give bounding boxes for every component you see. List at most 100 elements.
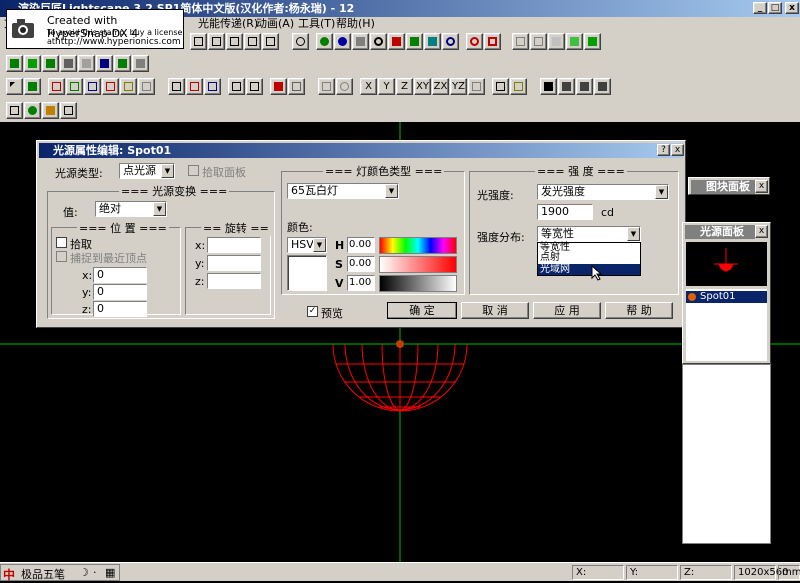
- material-icon[interactable]: [24, 55, 41, 72]
- zoom-window-icon[interactable]: [466, 33, 483, 50]
- move-icon[interactable]: [168, 78, 185, 95]
- textured-icon[interactable]: [584, 33, 601, 50]
- select-arrow-icon[interactable]: [6, 78, 23, 95]
- value-mode-select[interactable]: 绝对 ▼: [95, 201, 167, 217]
- cube-icon[interactable]: [96, 55, 113, 72]
- minimize-button[interactable]: _: [753, 2, 767, 14]
- pos-z-field[interactable]: 0: [93, 301, 147, 317]
- layers-panel-icon[interactable]: [6, 102, 23, 119]
- menu-radiosity[interactable]: 光能传递(R): [198, 17, 258, 31]
- eye-icon[interactable]: [316, 33, 333, 50]
- ok-button[interactable]: 确 定: [387, 302, 457, 319]
- select-block-icon[interactable]: [120, 78, 137, 95]
- color-model-select[interactable]: HSV ▼: [287, 237, 327, 253]
- pan-icon[interactable]: [388, 33, 405, 50]
- select-box-icon[interactable]: [48, 78, 65, 95]
- blocks-panel-icon[interactable]: [42, 102, 59, 119]
- h-field[interactable]: 0.00: [347, 237, 375, 253]
- pick-arrow-icon[interactable]: [246, 78, 263, 95]
- light-panel-icon[interactable]: [132, 55, 149, 72]
- snap-icon[interactable]: [288, 78, 305, 95]
- materials-panel-icon[interactable]: [24, 102, 41, 119]
- distribution-select[interactable]: 等宽性 ▼: [537, 226, 641, 242]
- menu-animation[interactable]: 动画(A): [256, 17, 294, 31]
- rot-z-field[interactable]: [207, 273, 261, 289]
- view-box-4-icon[interactable]: [244, 33, 261, 50]
- window-icon[interactable]: [114, 55, 131, 72]
- intensity-value-field[interactable]: 1900: [537, 204, 593, 220]
- plane-yz-button[interactable]: YZ: [450, 78, 467, 95]
- rotate-icon[interactable]: [186, 78, 203, 95]
- select-material-icon[interactable]: [102, 78, 119, 95]
- preview-checkbox[interactable]: ✓: [307, 306, 318, 317]
- pos-x-field[interactable]: 0: [93, 267, 147, 283]
- scale-icon[interactable]: [204, 78, 221, 95]
- move-axes-icon[interactable]: [318, 78, 335, 95]
- light-panel-close-button[interactable]: x: [755, 225, 768, 238]
- stand-figure-icon[interactable]: [594, 78, 611, 95]
- menu-tools[interactable]: 工具(T): [298, 17, 335, 31]
- fly-figure-icon[interactable]: [576, 78, 593, 95]
- distribution-option[interactable]: 点射: [540, 253, 560, 263]
- select-lasso-icon[interactable]: [24, 78, 41, 95]
- axis-z-button[interactable]: Z: [396, 78, 413, 95]
- dialog-help-button[interactable]: ?: [657, 144, 670, 156]
- rotate-axes-icon[interactable]: [336, 78, 353, 95]
- view-box-5-icon[interactable]: [262, 33, 279, 50]
- dolly-icon[interactable]: [406, 33, 423, 50]
- zoom-previous-icon[interactable]: [484, 33, 501, 50]
- saturation-slider[interactable]: [379, 256, 457, 273]
- tape-icon[interactable]: [510, 78, 527, 95]
- axis-x-button[interactable]: X: [360, 78, 377, 95]
- intensity-type-select[interactable]: 发光强度 ▼: [537, 184, 669, 200]
- orbit-icon[interactable]: [334, 33, 351, 50]
- rot-y-field[interactable]: [207, 255, 261, 271]
- walk-icon[interactable]: [352, 33, 369, 50]
- select-layer-icon[interactable]: [84, 78, 101, 95]
- select-all-icon[interactable]: [138, 78, 155, 95]
- hue-slider[interactable]: [379, 237, 457, 254]
- run-figure-icon[interactable]: [558, 78, 575, 95]
- v-field[interactable]: 1.00: [347, 275, 375, 291]
- pick-checkbox[interactable]: [56, 237, 67, 248]
- snap-vertex-checkbox[interactable]: [56, 251, 67, 262]
- view-box-3-icon[interactable]: [226, 33, 243, 50]
- rot-x-field[interactable]: [207, 237, 261, 253]
- help-button[interactable]: 帮 助: [605, 302, 673, 319]
- wireframe-icon[interactable]: [512, 33, 529, 50]
- grey-box-icon[interactable]: [78, 55, 95, 72]
- pick-panel-icon[interactable]: [60, 102, 77, 119]
- color-type-select[interactable]: 65瓦白灯 ▼: [287, 183, 399, 199]
- block-panel-close-button[interactable]: x: [755, 180, 768, 193]
- cancel-button[interactable]: 取 消: [461, 302, 529, 319]
- light-type-select[interactable]: 点光源 ▼: [119, 163, 175, 179]
- plane-xy-button[interactable]: XY: [414, 78, 431, 95]
- pick-panel-checkbox[interactable]: [188, 165, 199, 176]
- add-point-icon[interactable]: [270, 78, 287, 95]
- close-button[interactable]: x: [785, 2, 799, 14]
- ime-bar[interactable]: 中 极品五笔 ☽ · ▦: [0, 564, 120, 582]
- zoom-icon[interactable]: [370, 33, 387, 50]
- s-field[interactable]: 0.00: [347, 256, 375, 272]
- wand-icon[interactable]: [60, 55, 77, 72]
- target-icon[interactable]: [424, 33, 441, 50]
- dialog-close-button[interactable]: x: [671, 144, 684, 156]
- measure-icon[interactable]: [492, 78, 509, 95]
- value-slider[interactable]: [379, 275, 457, 292]
- solid-icon[interactable]: [548, 33, 565, 50]
- hidden-line-icon[interactable]: [530, 33, 547, 50]
- axis-y-button[interactable]: Y: [378, 78, 395, 95]
- view-box-2-icon[interactable]: [208, 33, 225, 50]
- layer-icon[interactable]: [6, 55, 23, 72]
- copy-icon[interactable]: [228, 78, 245, 95]
- zoom-extents-icon[interactable]: [292, 33, 309, 50]
- shaded-icon[interactable]: [566, 33, 583, 50]
- plane-zx-button[interactable]: ZX: [432, 78, 449, 95]
- rotate-view-icon[interactable]: [442, 33, 459, 50]
- distribution-option-selected[interactable]: 光域网: [538, 264, 640, 275]
- walk-figure-icon[interactable]: [540, 78, 557, 95]
- menu-help[interactable]: 帮助(H): [336, 17, 375, 31]
- select-face-icon[interactable]: [66, 78, 83, 95]
- apply-button[interactable]: 应 用: [533, 302, 601, 319]
- pos-y-field[interactable]: 0: [93, 284, 147, 300]
